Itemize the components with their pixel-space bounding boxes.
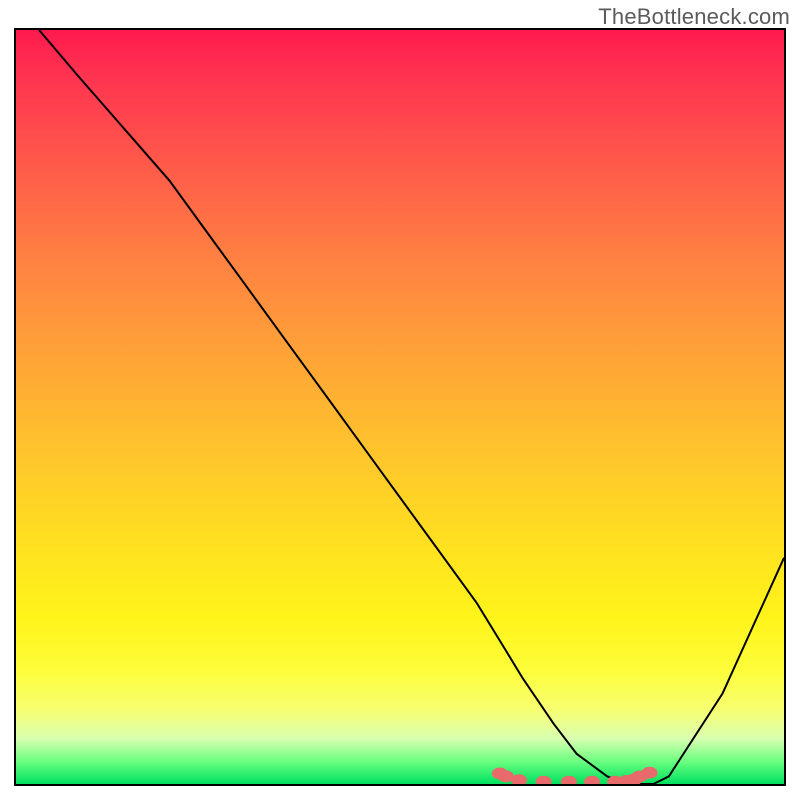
marker-dot <box>584 776 600 784</box>
chart-svg <box>16 30 784 784</box>
marker-dot <box>536 776 552 784</box>
watermark-text: TheBottleneck.com <box>598 4 790 30</box>
marker-dot <box>561 776 577 784</box>
marker-dot <box>642 767 658 779</box>
curve-path <box>39 30 784 784</box>
marker-group <box>492 767 658 784</box>
chart-plot-area <box>14 28 786 786</box>
